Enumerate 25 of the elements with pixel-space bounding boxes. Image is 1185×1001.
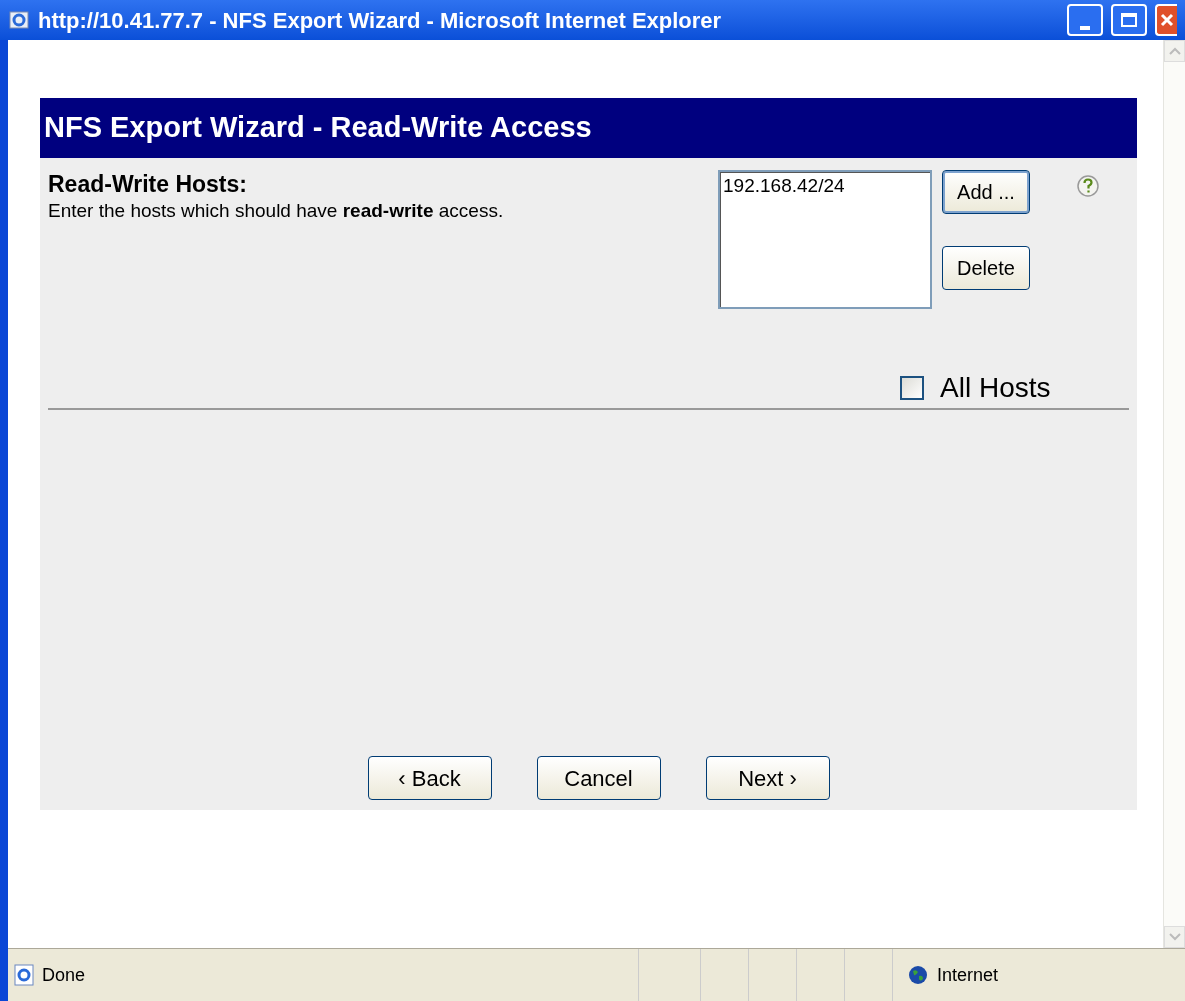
page-icon [12, 963, 36, 987]
section-title: Read-Write Hosts: [48, 170, 248, 198]
security-zone: Internet [937, 963, 999, 987]
help-icon[interactable] [1076, 174, 1101, 198]
browser-icon [8, 9, 30, 31]
back-button[interactable]: ‹ Back [367, 756, 492, 800]
globe-icon [907, 964, 929, 986]
chevron-down-icon [1168, 933, 1181, 941]
close-button[interactable] [1155, 4, 1177, 36]
chevron-up-icon [1168, 47, 1181, 55]
minimize-button[interactable] [1067, 4, 1103, 36]
window-title: http://10.41.77.7 - NFS Export Wizard - Microsoft Internet Explorer [38, 6, 723, 35]
delete-button[interactable]: Delete [942, 246, 1030, 290]
host-entry[interactable]: 192.168.42/24 [723, 174, 928, 198]
add-button[interactable]: Add ... [942, 170, 1030, 214]
maximize-button[interactable] [1111, 4, 1147, 36]
cancel-button[interactable]: Cancel [536, 756, 661, 800]
all-hosts-checkbox[interactable] [900, 376, 925, 400]
close-icon [1160, 13, 1174, 27]
section-description: Enter the hosts which should have read-write access. [48, 199, 505, 223]
status-text: Done [42, 963, 86, 987]
next-button[interactable]: Next › [705, 756, 830, 800]
all-hosts-label[interactable]: All Hosts [940, 367, 1051, 409]
wizard-header: NFS Export Wizard - Read-Write Access [40, 98, 1137, 158]
hosts-listbox[interactable]: 192.168.42/24 [718, 170, 933, 309]
